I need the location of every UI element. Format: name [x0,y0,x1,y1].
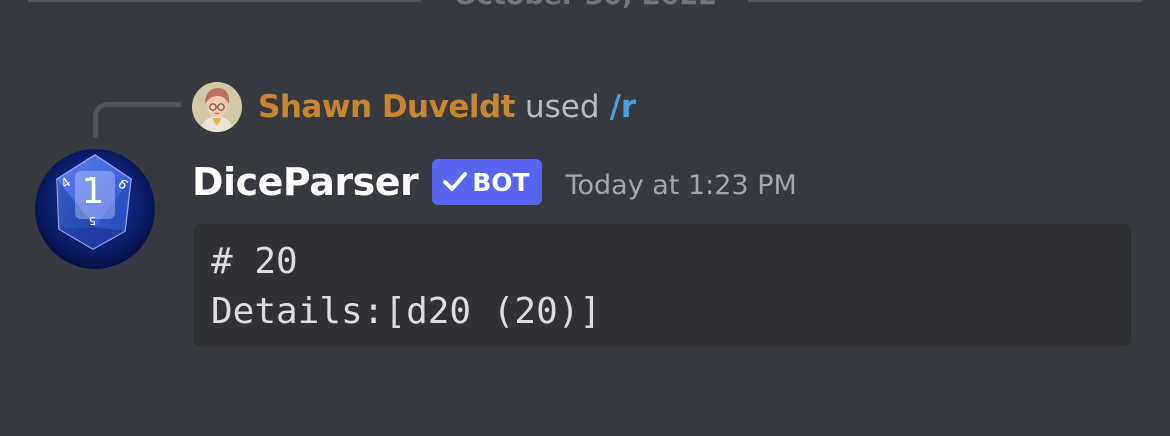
code-block: # 20 Details:[d20 (20)] [194,224,1131,346]
message-header: DiceParser BOT Today at 1:23 PM [192,152,797,212]
bot-tag: BOT [432,159,542,205]
date-divider-label: October 30, 2022 [433,0,738,12]
reply-spine [93,102,181,138]
bot-username[interactable]: DiceParser [192,160,419,204]
message-timestamp[interactable]: Today at 1:23 PM [566,164,797,201]
code-line-details: Details:[d20 (20)] [211,291,602,332]
reply-reference[interactable]: Shawn Duveldt used /r [192,80,636,134]
reply-author-name[interactable]: Shawn Duveldt [258,89,516,125]
verified-check-icon [443,172,468,191]
code-line-result: # 20 [211,241,298,282]
reply-verb: used [525,89,600,125]
date-divider: October 30, 2022 [0,0,1170,12]
bot-tag-label: BOT [472,167,530,197]
divider-line-left [28,0,421,2]
die-number: 1 [82,171,105,212]
divider-line-right [748,0,1142,2]
bot-avatar[interactable]: 1 4 6 5 [35,149,155,269]
svg-text:5: 5 [89,214,96,227]
reply-author-avatar[interactable] [192,82,242,132]
reply-command[interactable]: /r [610,89,637,125]
